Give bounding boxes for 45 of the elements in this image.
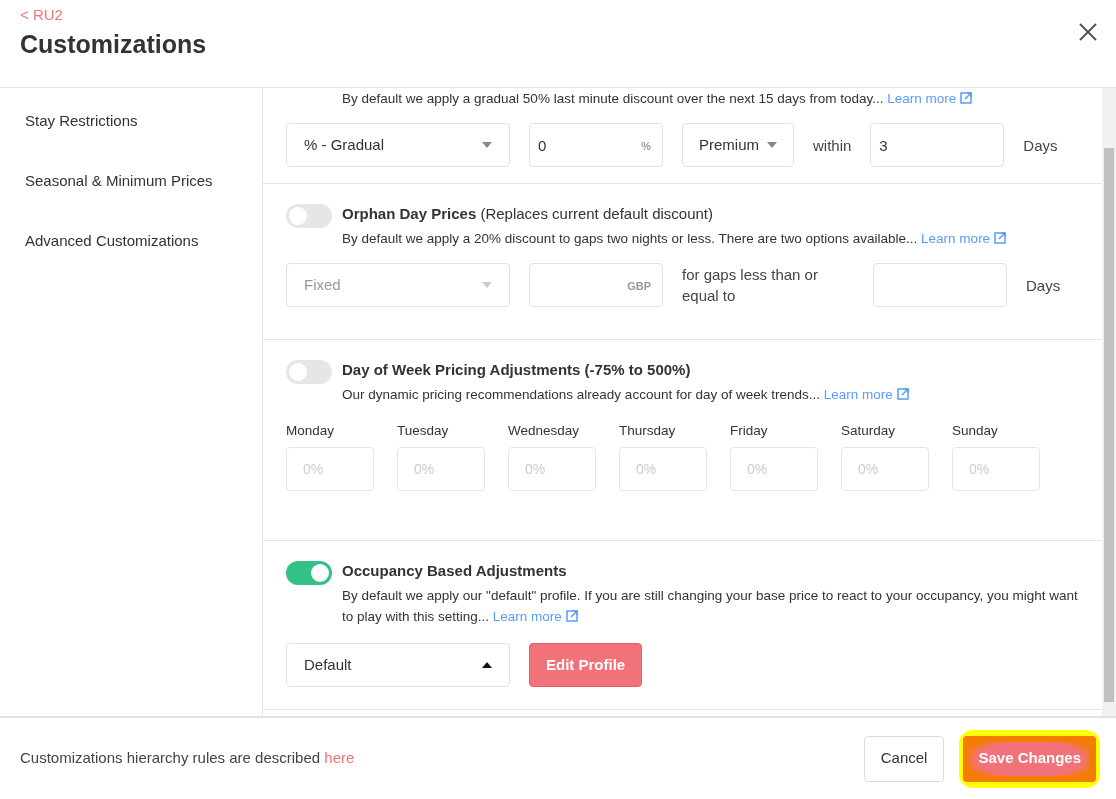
caret-icon bbox=[482, 142, 492, 148]
toggle-switch[interactable] bbox=[286, 204, 332, 228]
day-label: Saturday bbox=[841, 422, 897, 440]
field-label: within bbox=[813, 135, 852, 156]
page-title: Customizations bbox=[20, 28, 207, 59]
cancel-button[interactable]: Cancel bbox=[863, 735, 945, 782]
sidebar-item[interactable]: Advanced Customizations bbox=[0, 211, 262, 271]
day-label: Monday bbox=[286, 422, 336, 440]
section-title: Day of Week Pricing Adjustments (-75% to 500%) bbox=[342, 360, 692, 380]
day-label: Tuesday bbox=[397, 422, 450, 440]
field-label: Days bbox=[1026, 275, 1061, 296]
sidebar-item[interactable]: Seasonal & Minimum Prices bbox=[0, 151, 262, 211]
select-field[interactable]: Default bbox=[286, 643, 510, 687]
caret-icon bbox=[482, 662, 492, 668]
section-description: Our dynamic pricing recommendations already account for day of week trends... Learn more bbox=[342, 384, 909, 405]
external-link-icon bbox=[565, 610, 578, 622]
external-link-icon bbox=[960, 92, 973, 104]
day-label: Wednesday bbox=[508, 422, 581, 440]
section-description: By default we apply our "default" profile. If you are still changing your base price to react to your occupancy, you might want to play with this setting... Learn more bbox=[342, 587, 1079, 626]
unit-label: % bbox=[641, 139, 651, 154]
section-title: Orphan Day Prices (Replaces current default discount) bbox=[342, 204, 715, 224]
caret-icon bbox=[482, 282, 492, 288]
scrollbar[interactable] bbox=[1102, 88, 1116, 716]
dropdown[interactable]: Premium bbox=[682, 123, 794, 167]
section-title: Occupancy Based Adjustments bbox=[342, 561, 568, 581]
section-description: By default we apply a 20% discount to gaps two nights or less. There are two options available... Learn more bbox=[342, 228, 1007, 249]
footer-note: Customizations hierarchy rules are described here bbox=[20, 748, 355, 769]
input-field[interactable]: 3 bbox=[870, 123, 1005, 167]
day-label: Thursday bbox=[619, 422, 677, 440]
select-field[interactable]: % - Gradual bbox=[286, 123, 510, 167]
section-description: By default we apply a gradual 50% last minute discount over the next 15 days from today... Learn more bbox=[342, 88, 973, 109]
external-link-icon bbox=[994, 232, 1007, 244]
close-icon[interactable] bbox=[1078, 22, 1098, 42]
field-label: for gaps less than or equal to bbox=[682, 265, 819, 306]
sidebar-item[interactable]: Stay Restrictions bbox=[0, 91, 262, 151]
field-label: Days bbox=[1023, 135, 1058, 156]
input-field[interactable] bbox=[529, 263, 663, 307]
caret-icon bbox=[767, 142, 777, 148]
toggle-switch[interactable] bbox=[286, 360, 332, 384]
toggle-switch[interactable] bbox=[286, 561, 332, 585]
unit-label: GBP bbox=[627, 279, 651, 294]
input-field[interactable] bbox=[873, 263, 1007, 307]
day-label: Sunday bbox=[952, 422, 999, 440]
day-label: Friday bbox=[730, 422, 769, 440]
external-link-icon bbox=[896, 388, 909, 400]
